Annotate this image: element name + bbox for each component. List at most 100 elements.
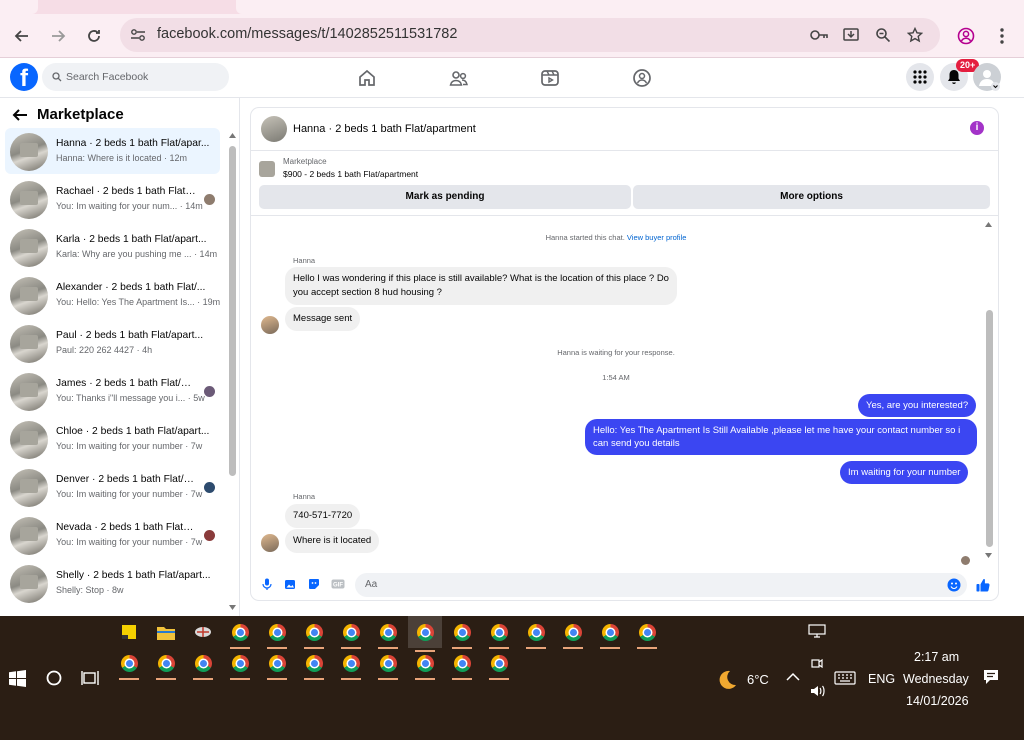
site-info-icon[interactable]	[128, 25, 148, 45]
sticky-notes-app[interactable]	[116, 619, 142, 645]
chrome-taskbar-icon[interactable]	[375, 650, 401, 680]
moon-weather-icon[interactable]	[716, 669, 738, 691]
back-arrow-icon[interactable]	[12, 108, 28, 122]
windows-start-icon[interactable]	[9, 670, 26, 687]
password-key-icon[interactable]	[809, 25, 829, 45]
conversation-item[interactable]: Shelly · 2 beds 1 bath Flat/apart... She…	[5, 560, 220, 606]
task-view-icon[interactable]	[81, 670, 99, 686]
install-app-icon[interactable]	[841, 25, 861, 45]
meet-now-icon[interactable]	[810, 656, 824, 670]
microphone-icon[interactable]	[261, 578, 273, 590]
mark-as-pending-button[interactable]: Mark as pending	[259, 185, 631, 209]
account-avatar[interactable]	[973, 63, 1001, 91]
chrome-taskbar-icon[interactable]	[116, 650, 142, 680]
chrome-taskbar-icon[interactable]	[449, 619, 475, 649]
chrome-taskbar-icon[interactable]	[190, 650, 216, 680]
conversation-item[interactable]: Chloe · 2 beds 1 bath Flat/apart... You:…	[5, 416, 220, 462]
chrome-taskbar-icon[interactable]	[560, 619, 586, 649]
scroll-down-icon[interactable]	[984, 552, 993, 559]
chat-title[interactable]: Hanna · 2 beds 1 bath Flat/apartment	[293, 123, 476, 135]
gif-icon[interactable]: GIF	[331, 578, 345, 590]
sender-avatar[interactable]	[261, 534, 279, 552]
incoming-message[interactable]: 740-571-7720	[285, 504, 361, 528]
groups-icon[interactable]	[631, 67, 653, 89]
display-icon[interactable]	[808, 624, 826, 638]
keyboard-icon[interactable]	[834, 671, 856, 685]
chrome-taskbar-icon[interactable]	[264, 619, 290, 649]
conversation-item[interactable]: Rachael · 2 beds 1 bath Flat/... You: Im…	[5, 176, 220, 222]
chrome-taskbar-icon-active[interactable]	[408, 616, 442, 652]
scroll-up-icon[interactable]	[228, 132, 237, 139]
chrome-taskbar-icon[interactable]	[486, 619, 512, 649]
address-bar[interactable]: facebook.com/messages/t/1402852511531782	[120, 18, 940, 52]
chrome-taskbar-icon[interactable]	[634, 619, 660, 649]
incoming-message[interactable]: Hello I was wondering if this place is s…	[285, 267, 677, 305]
incoming-message[interactable]: Message sent	[285, 307, 361, 331]
chrome-taskbar-icon[interactable]	[412, 650, 438, 680]
language-indicator[interactable]: ENG	[868, 672, 895, 686]
chrome-taskbar-icon[interactable]	[523, 619, 549, 649]
chrome-taskbar-icon[interactable]	[227, 650, 253, 680]
info-icon[interactable]: i	[970, 121, 984, 135]
thumbs-up-icon[interactable]	[976, 578, 990, 592]
message-input[interactable]: Aa	[355, 573, 967, 597]
emoji-icon[interactable]	[947, 578, 961, 592]
conversation-list-scrollbar[interactable]	[229, 146, 236, 476]
clock-date[interactable]: 14/01/2026	[906, 694, 969, 708]
conversation-item[interactable]: Paul · 2 beds 1 bath Flat/apart... Paul:…	[5, 320, 220, 366]
conversation-item[interactable]: Hanna · 2 beds 1 bath Flat/apar... Hanna…	[5, 128, 220, 174]
chrome-taskbar-icon[interactable]	[597, 619, 623, 649]
search-input[interactable]: Search Facebook	[42, 63, 229, 91]
chrome-taskbar-icon[interactable]	[301, 619, 327, 649]
reload-button[interactable]	[79, 21, 109, 51]
chat-listing-avatar[interactable]	[261, 116, 287, 142]
more-options-button[interactable]: More options	[633, 185, 990, 209]
profile-button[interactable]	[951, 21, 981, 51]
volume-icon[interactable]	[810, 684, 826, 698]
facebook-logo[interactable]: f	[10, 63, 38, 92]
clock-time[interactable]: 2:17 am	[914, 650, 959, 664]
listing-price[interactable]: $900 - 2 beds 1 bath Flat/apartment	[283, 169, 418, 179]
incoming-message[interactable]: Where is it located	[285, 529, 380, 553]
chrome-taskbar-icon[interactable]	[449, 650, 475, 680]
outgoing-message[interactable]: Hello: Yes The Apartment Is Still Availa…	[585, 419, 977, 455]
url-text[interactable]: facebook.com/messages/t/1402852511531782	[157, 26, 457, 42]
chrome-taskbar-icon[interactable]	[338, 650, 364, 680]
bookmark-star-icon[interactable]	[905, 25, 925, 45]
video-icon[interactable]	[539, 67, 561, 89]
conversation-item[interactable]: James · 2 beds 1 bath Flat/ap... You: Th…	[5, 368, 220, 414]
menu-grid-button[interactable]	[906, 63, 934, 91]
scroll-down-icon[interactable]	[228, 604, 237, 611]
outgoing-message[interactable]: Im waiting for your number	[840, 461, 969, 484]
chrome-taskbar-icon[interactable]	[486, 650, 512, 680]
clock-day[interactable]: Wednesday	[903, 672, 969, 686]
conversation-item[interactable]: Nevada · 2 beds 1 bath Flat/a... You: Im…	[5, 512, 220, 558]
chrome-taskbar-icon[interactable]	[153, 650, 179, 680]
friends-icon[interactable]	[448, 67, 470, 89]
file-explorer-app[interactable]	[153, 619, 179, 645]
outgoing-message[interactable]: Yes, are you interested?	[858, 394, 977, 417]
sticker-icon[interactable]	[308, 578, 320, 590]
back-button[interactable]	[7, 21, 37, 51]
photo-icon[interactable]	[284, 578, 296, 590]
chevron-up-icon[interactable]	[786, 672, 800, 682]
chrome-taskbar-icon[interactable]	[338, 619, 364, 649]
zoom-icon[interactable]	[873, 25, 893, 45]
home-icon[interactable]	[356, 67, 378, 89]
chrome-taskbar-icon[interactable]	[264, 650, 290, 680]
conversation-item[interactable]: Karla · 2 beds 1 bath Flat/apart... Karl…	[5, 224, 220, 270]
chrome-taskbar-icon[interactable]	[375, 619, 401, 649]
sender-avatar[interactable]	[261, 316, 279, 334]
network-app[interactable]	[190, 619, 216, 645]
scroll-up-icon[interactable]	[984, 221, 993, 228]
forward-button[interactable]	[43, 21, 73, 51]
chrome-taskbar-icon[interactable]	[301, 650, 327, 680]
listing-thumbnail[interactable]	[259, 161, 275, 177]
weather-temperature[interactable]: 6°C	[747, 672, 769, 687]
chat-scrollbar[interactable]	[986, 310, 993, 547]
view-buyer-profile-link[interactable]: View buyer profile	[627, 233, 686, 242]
cortana-search-icon[interactable]	[46, 670, 62, 686]
action-center-icon[interactable]	[983, 669, 999, 685]
conversation-item[interactable]: Denver · 2 beds 1 bath Flat/a... You: Im…	[5, 464, 220, 510]
conversation-item[interactable]: Alexander · 2 beds 1 bath Flat/... You: …	[5, 272, 220, 318]
